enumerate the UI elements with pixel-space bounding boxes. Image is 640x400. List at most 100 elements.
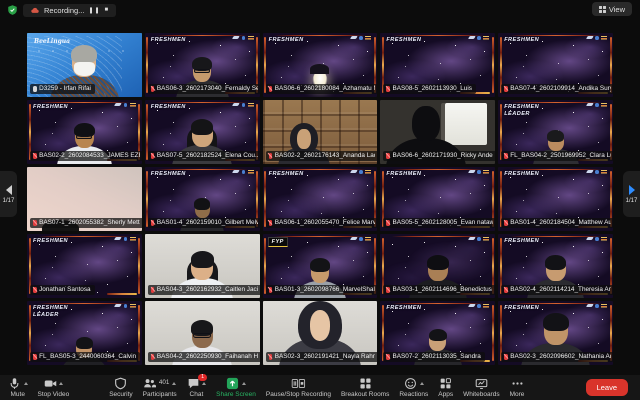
reactions-button[interactable]: Reactions [399, 377, 428, 398]
chevron-up-icon[interactable] [24, 382, 28, 385]
toolbar-icon-row [404, 377, 424, 390]
video-tile[interactable]: FRESHMENBAS01-4_2602159010_Gilbert Melve… [145, 167, 260, 231]
participant-name: BAS06-1_2602055470_Felice Marvell... [275, 219, 376, 226]
chevron-up-icon[interactable] [59, 382, 63, 385]
record-icon [291, 377, 306, 393]
whiteboards-button[interactable]: Whiteboards [463, 377, 500, 398]
previous-page-button[interactable]: 1/17 [0, 171, 17, 217]
stop-recording-icon[interactable]: ■ [105, 7, 110, 13]
pause-recording-icon[interactable]: ❚❚ [88, 7, 100, 14]
person-hair [194, 198, 210, 209]
video-tile[interactable]: FRESHMENJonathan Santosa [27, 234, 142, 298]
camera-icon [44, 377, 57, 393]
mic-muted-icon [269, 86, 273, 92]
participant-name: BAS01-4_2602159010_Gilbert Melvern [157, 219, 258, 226]
leave-button[interactable]: Leave [586, 379, 628, 396]
video-tile[interactable]: FRESHMENBAS01-4_2602184504_Matthew Austi… [498, 167, 613, 231]
person-hair [429, 329, 447, 342]
stars-decoration [263, 33, 264, 34]
video-tile[interactable]: FRESHMENBAS07-4_2602109914_Andika Surya.… [498, 33, 613, 97]
chevron-up-icon[interactable] [420, 382, 424, 385]
participant-name-label: BAS07-5_2602182524_Elena Cou... [148, 151, 260, 161]
video-tile[interactable]: FYPBAS01-3_2602098766_MarvelShalom... [263, 234, 378, 298]
video-tile[interactable]: BAS02-3_2602191421_Nayla Rahmani... [263, 301, 378, 365]
reactions-icon [404, 377, 417, 393]
recording-indicator: Recording... ❚❚ ■ [23, 4, 116, 17]
video-tile[interactable]: FRESHMENLEADERFL_BAS05-3_2440060364_Calv… [27, 301, 142, 365]
participant-name: D3259 - Irfan Rifai [39, 85, 91, 92]
freshmen-logo-text: FRESHMEN [269, 171, 304, 178]
participants-button[interactable]: 401Participants [143, 377, 177, 398]
video-tile[interactable]: FRESHMEN BAS06-1_2602055470_Felice Marvel… [263, 167, 378, 231]
video-tile[interactable]: BAS02-2_2602176143_Ananda Ladya... [263, 100, 378, 164]
breakout-rooms-button[interactable]: Breakout Rooms [341, 377, 389, 398]
participant-name-label: D3259 - Irfan Rifai [30, 84, 95, 94]
video-tile[interactable]: FRESHMENBAS06-6_2602180084_Azhamatu Nur.… [263, 33, 378, 97]
participant-name: BAS02-2_2602176143_Ananda Ladya... [275, 152, 376, 159]
chevron-up-icon[interactable] [172, 382, 176, 385]
view-button[interactable]: View [592, 2, 632, 16]
mute-button[interactable]: Mute [8, 377, 28, 398]
stop-video-button[interactable]: Stop Video [38, 377, 70, 398]
mic-muted-icon [33, 153, 37, 159]
gallery-view-icon [599, 6, 606, 13]
arrow-right-icon [629, 185, 635, 195]
chevron-up-icon[interactable] [202, 382, 206, 385]
participant-name-label: Jonathan Santosa [30, 285, 95, 295]
breakout-icon [359, 377, 372, 393]
video-tile[interactable]: BAS04-2_2602250930_Faihanah Hani... [145, 301, 260, 365]
participant-name: BAS02-4_2602114214_Theresia Anggi... [510, 286, 611, 293]
mic-muted-icon [33, 354, 37, 360]
person-hair [191, 251, 214, 267]
person-hair [543, 313, 569, 331]
arrow-left-icon [6, 185, 12, 195]
participant-name: BAS03-1_2602114696_Benedictus Jul... [392, 286, 493, 293]
video-tile[interactable]: BAS04-3_2602162932_Caitlen Jacint... [145, 234, 260, 298]
person-hair [427, 255, 449, 270]
toolbar-icon-row [439, 377, 452, 390]
participant-name-label: BAS04-3_2602162932_Caitlen Jacint... [148, 285, 260, 295]
video-tile[interactable]: BAS07-1_2602055382_Sherly Metta V... [27, 167, 142, 231]
video-tile[interactable]: FRESHMENBAS07-5_2602182524_Elena Cou... [145, 100, 260, 164]
mic-muted-icon [151, 287, 155, 293]
video-tile[interactable]: FRESHMENBAS07-2_2602113035_Sandra [380, 301, 495, 365]
participant-name: BAS07-2_2602113035_Sandra [392, 353, 480, 360]
video-tile[interactable]: FRESHMENBAS06-3_2602173040_Fernaldy Seti… [145, 33, 260, 97]
encryption-shield-icon[interactable] [7, 4, 18, 16]
next-page-button[interactable]: 1/17 [623, 171, 640, 217]
freshmen-logo-text: FRESHMEN [504, 37, 539, 44]
participants-icon [143, 377, 156, 393]
chat-button[interactable]: 1Chat [187, 377, 207, 398]
video-tile[interactable]: FRESHMENBAS02-3_2602096602_Nathania Adly… [498, 301, 613, 365]
freshmen-logo-text: FRESHMEN [269, 37, 304, 44]
video-tile[interactable]: BAS06-6_2602171930_Ricky Anderson [380, 100, 495, 164]
video-tile[interactable]: FRESHMENBAS05-5_2602128005_Evan natawija… [380, 167, 495, 231]
whiteboard-icon [475, 377, 488, 393]
video-tile[interactable]: BeeLinguaD3259 - Irfan Rifai [27, 33, 142, 97]
recording-label: Recording... [44, 6, 84, 15]
background-logos [587, 170, 608, 174]
video-tile[interactable]: FRESHMENBAS02-2_2602084533_JAMES EZRA... [27, 100, 142, 164]
more-button[interactable]: More [510, 377, 525, 398]
participant-name-label: BAS06-3_2602173040_Fernaldy Setia... [148, 84, 260, 94]
video-tile[interactable]: FRESHMENLEADERFL_BAS04-2_2501969952_Clar… [498, 100, 613, 164]
participant-name: BAS01-4_2602184504_Matthew Austi... [510, 219, 611, 226]
share-screen-button[interactable]: Share Screen [216, 377, 256, 398]
video-tile[interactable]: BAS03-1_2602114696_Benedictus Jul... [380, 234, 495, 298]
video-tile[interactable]: FRESHMENBAS08-5_2602113930_Luis [380, 33, 495, 97]
participant-name: BAS08-5_2602113930_Luis [392, 85, 471, 92]
stars-decoration [498, 33, 499, 34]
participant-name: Jonathan Santosa [39, 286, 91, 293]
video-grid: BeeLinguaD3259 - Irfan RifaiFRESHMENBAS0… [27, 33, 613, 365]
chevron-up-icon[interactable] [242, 382, 246, 385]
participant-name: BAS04-2_2602250930_Faihanah Hani... [157, 353, 258, 360]
apps-button[interactable]: Apps [438, 377, 453, 398]
video-tile[interactable]: FRESHMENBAS02-4_2602114214_Theresia Angg… [498, 234, 613, 298]
participant-name: FL_BAS05-3_2440060364_Calvin [39, 353, 136, 360]
participant-name-label: BAS06-6_2602171930_Ricky Anderson [383, 151, 495, 161]
stars-decoration [380, 167, 381, 168]
security-button[interactable]: Security [109, 377, 132, 398]
mic-muted-icon [504, 287, 508, 293]
person-glasses [194, 69, 209, 73]
pause-stop-recording-button[interactable]: Pause/Stop Recording [266, 377, 331, 398]
